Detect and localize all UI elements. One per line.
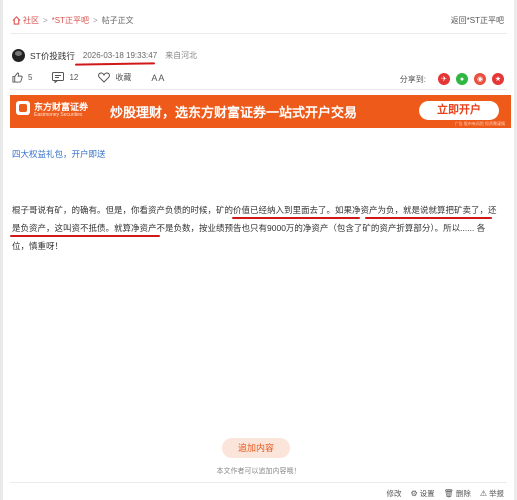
breadcrumb-forum-link[interactable]: *ST正平吧 — [52, 15, 89, 26]
weibo-share-icon[interactable]: ◉ — [474, 73, 486, 85]
qq-share-icon[interactable]: ★ — [492, 73, 504, 85]
font-size-label: AA — [151, 72, 166, 83]
time-annotation-underline — [74, 62, 156, 66]
content-sentence-2: 矿的价值已经纳入到里面去了。 — [216, 205, 336, 215]
edit-label: 修改 — [386, 489, 402, 498]
comment-icon — [52, 72, 65, 83]
edit-link[interactable]: 修改 — [387, 488, 402, 499]
breadcrumb-separator: > — [43, 16, 48, 25]
post-time: 2026-03-18 19:33:47 — [82, 51, 158, 60]
append-content-button[interactable]: 追加内容 — [222, 438, 290, 458]
home-icon — [12, 16, 21, 25]
comment-button[interactable]: 12 — [52, 72, 78, 83]
left-border — [0, 0, 3, 500]
footer-divider — [10, 482, 507, 483]
settings-label: 设置 — [419, 489, 435, 498]
action-divider — [10, 89, 507, 90]
banner-slogan: 炒股理财，选东方财富证券一站式开户交易 — [110, 105, 358, 120]
post-footer: 修改 ⚙ 设置 🗑 删除 ⚠ 举报 — [378, 488, 505, 499]
like-count: 5 — [28, 73, 33, 82]
post-page: 社区 > *ST正平吧 > 帖子正文 返回*ST正平吧 ST价投践行 2026-… — [0, 0, 517, 500]
annotation-underline — [10, 235, 160, 237]
wechat-share-icon[interactable]: ● — [456, 73, 468, 85]
gear-icon: ⚙ — [410, 489, 418, 498]
delete-label: 删除 — [455, 489, 471, 498]
banner-brand-en: Eastmoney Securities — [34, 112, 83, 118]
report-label: 举报 — [489, 489, 504, 498]
breadcrumb: 社区 > *ST正平吧 > 帖子正文 — [12, 15, 134, 26]
author-row: ST价投践行 2026-03-18 19:33:47 来自河北 — [12, 49, 197, 62]
banner-fine-print: 广告 股市有风险 投资需谨慎 — [454, 121, 505, 126]
breadcrumb-separator: > — [93, 16, 98, 25]
content-sentence-1: 棍子哥说有矿，的确有。但是，你看资产负债的时候， — [12, 205, 217, 215]
ad-banner[interactable]: 东方财富证券 Eastmoney Securities 炒股理财，选东方财富证券… — [10, 95, 511, 128]
settings-link[interactable]: ⚙ 设置 — [411, 488, 435, 499]
author-name[interactable]: ST价投践行 — [30, 50, 75, 62]
font-size-button[interactable]: AA — [151, 73, 165, 83]
back-to-forum-link[interactable]: 返回*ST正平吧 — [451, 15, 504, 26]
annotation-underline — [232, 217, 360, 219]
header-divider — [10, 33, 507, 34]
action-bar: 5 12 收藏 AA — [12, 72, 185, 83]
eastmoney-logo-icon — [16, 101, 30, 115]
favorite-label: 收藏 — [115, 73, 132, 82]
report-link[interactable]: ⚠ 举报 — [480, 488, 504, 499]
like-button[interactable]: 5 — [12, 72, 32, 83]
breadcrumb-home-link[interactable]: 社区 — [23, 15, 39, 26]
promo-link[interactable]: 四大权益礼包，开户即送 — [12, 148, 106, 160]
annotation-underline — [365, 217, 492, 219]
delete-link[interactable]: 🗑 删除 — [444, 488, 471, 499]
heart-icon — [98, 72, 111, 83]
comment-count: 12 — [69, 73, 79, 82]
warning-icon: ⚠ — [479, 489, 487, 498]
favorite-button[interactable]: 收藏 — [98, 72, 131, 83]
share-bar: 分享到: ✈ ● ◉ ★ — [400, 73, 504, 85]
post-content: 棍子哥说有矿，的确有。但是，你看资产负债的时候，矿的价值已经纳入到里面去了。如果… — [12, 201, 502, 255]
avatar[interactable] — [12, 49, 25, 62]
share-label: 分享到: — [399, 74, 426, 84]
open-account-button[interactable]: 立即开户 — [419, 101, 499, 120]
append-content-note: 本文作者可以追加内容哦！ — [216, 468, 301, 475]
thumbs-up-icon — [12, 72, 23, 83]
guba-share-icon[interactable]: ✈ — [438, 73, 450, 85]
breadcrumb-current: 帖子正文 — [101, 16, 134, 25]
trash-icon: 🗑 — [443, 489, 454, 498]
post-location: 来自河北 — [165, 51, 198, 60]
